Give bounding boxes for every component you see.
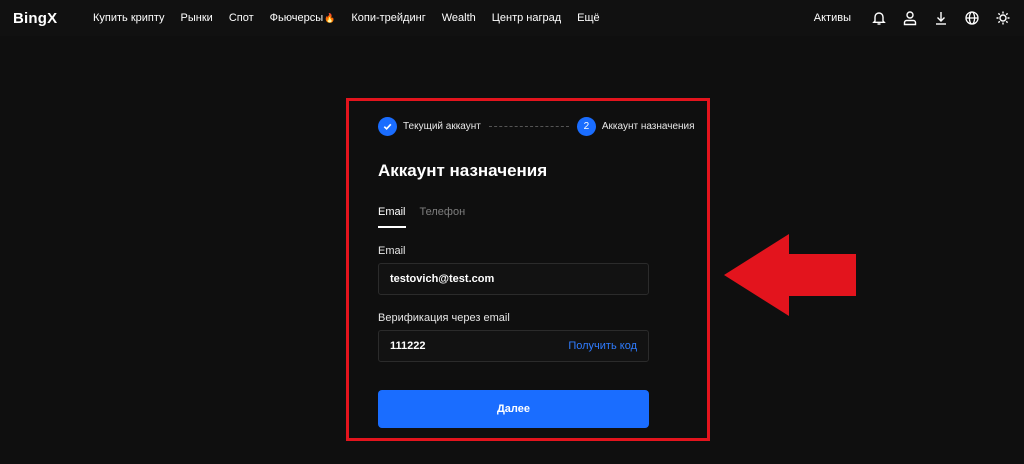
nav-item-rewards-center[interactable]: Центр наград (492, 12, 561, 24)
next-button[interactable]: Далее (378, 390, 649, 428)
contact-method-tabs: Email Телефон (378, 206, 698, 228)
user-icon[interactable] (894, 0, 925, 36)
download-icon[interactable] (925, 0, 956, 36)
bingx-logo[interactable]: BingX (13, 10, 65, 27)
bell-icon[interactable] (863, 0, 894, 36)
check-icon (378, 116, 397, 136)
nav-item-wealth[interactable]: Wealth (442, 12, 476, 24)
verification-code-value: 111222 (390, 340, 426, 352)
step-1-label: Текущий аккаунт (403, 120, 481, 132)
nav-item-futures[interactable]: Фьючерсы🔥 (270, 12, 336, 24)
nav-item-spot[interactable]: Спот (229, 12, 254, 24)
step-2-number: 2 (576, 116, 596, 136)
verification-code-field[interactable]: 111222 Получить код (378, 330, 649, 362)
nav-item-buy-crypto[interactable]: Купить крипту (93, 12, 165, 24)
step-2-label: Аккаунт назначения (601, 120, 695, 132)
arrow-left-icon (724, 234, 856, 316)
top-navigation-bar: BingX Купить крипту Рынки Спот Фьючерсы🔥… (0, 0, 1024, 36)
main-nav: Купить крипту Рынки Спот Фьючерсы🔥 Копи-… (93, 12, 616, 24)
tab-email[interactable]: Email (378, 206, 406, 228)
nav-item-futures-label: Фьючерсы (269, 12, 324, 24)
nav-item-copy-trading[interactable]: Копи-трейдинг (351, 12, 425, 24)
assets-link[interactable]: Активы (814, 12, 851, 24)
verification-label: Верификация через email (378, 312, 510, 324)
nav-item-markets[interactable]: Рынки (181, 12, 213, 24)
nav-item-more[interactable]: Ещё (577, 12, 600, 24)
email-value: testovich@test.com (390, 273, 495, 285)
stepper: Текущий аккаунт 2 Аккаунт назначения (378, 112, 698, 140)
form-title: Аккаунт назначения (378, 161, 548, 180)
email-field[interactable]: testovich@test.com (378, 263, 649, 295)
right-nav: Активы (814, 0, 1024, 36)
email-label: Email (378, 245, 406, 257)
transfer-form-card: Текущий аккаунт 2 Аккаунт назначения Акк… (378, 112, 698, 428)
sun-icon[interactable] (987, 0, 1018, 36)
step-connector (488, 125, 569, 127)
tab-phone[interactable]: Телефон (420, 206, 466, 228)
globe-icon[interactable] (956, 0, 987, 36)
fire-icon: 🔥 (324, 13, 336, 23)
get-code-button[interactable]: Получить код (568, 340, 637, 352)
